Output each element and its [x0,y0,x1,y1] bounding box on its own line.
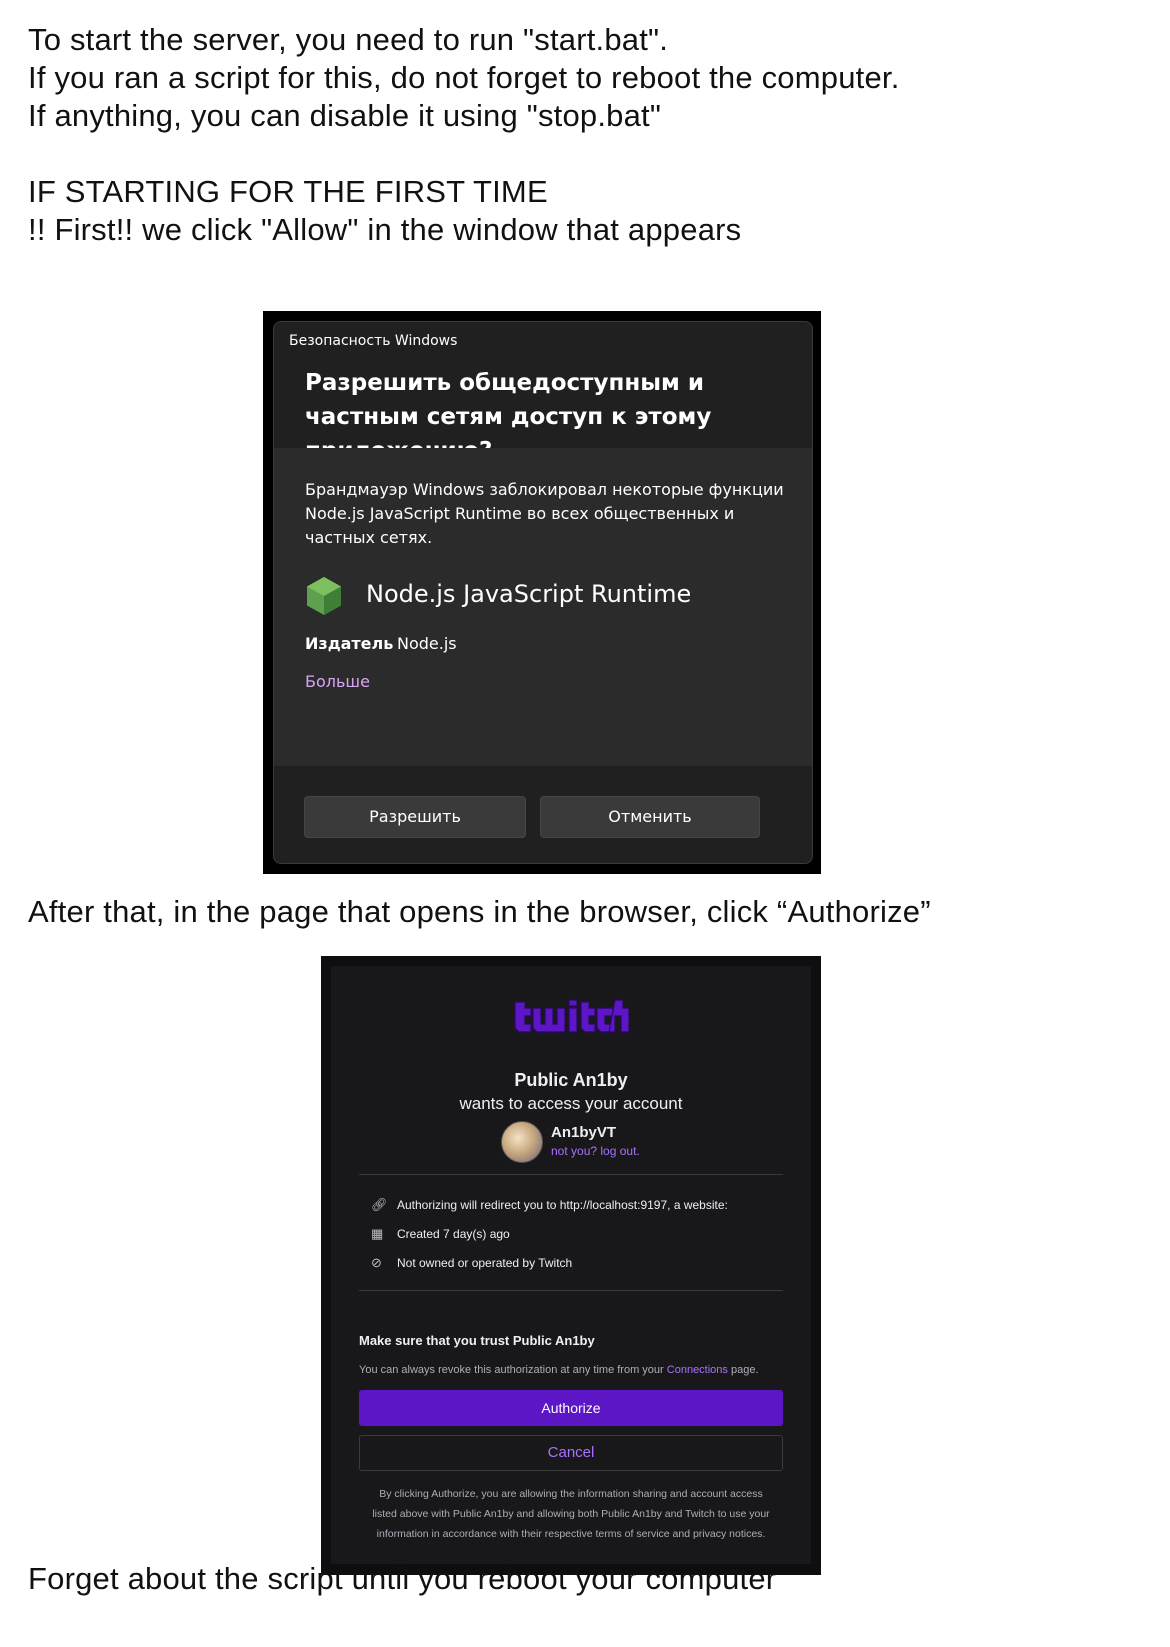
redirect-info-row: 🔗︎ Authorizing will redirect you to http:… [371,1197,728,1213]
more-link[interactable]: Больше [305,670,370,694]
created-info-row: ▦ Created 7 day(s) ago [371,1226,510,1242]
trust-heading: Make sure that you trust Public An1by [359,1333,595,1348]
windows-security-screenshot: Безопасность Windows Разрешить общедосту… [263,311,821,874]
dialog-body: Брандмауэр Windows заблокировал некоторы… [274,448,812,766]
connections-link[interactable]: Connections [667,1364,728,1376]
not-allowed-icon: ⊘ [371,1255,382,1270]
legal-notice: By clicking Authorize, you are allowing … [359,1484,783,1544]
divider [359,1290,783,1291]
instruction-line-reboot: If you ran a script for this, do not for… [28,60,900,95]
logout-link[interactable]: not you? log out. [551,1144,640,1158]
instruction-line-authorize: After that, in the page that opens in th… [28,894,931,929]
twitch-authorize-screenshot: Public An1by wants to access your accoun… [321,956,821,1575]
allow-button[interactable]: Разрешить [304,796,526,838]
legal-line: By clicking Authorize, you are allowing … [379,1488,763,1500]
twitch-authorize-panel: Public An1by wants to access your accoun… [331,966,811,1564]
instruction-heading-first-time: IF STARTING FOR THE FIRST TIME [28,174,548,209]
link-icon: 🔗︎ [371,1197,388,1212]
instruction-line-start: To start the server, you need to run "st… [28,22,669,57]
username: An1byVT [551,1124,617,1141]
calendar-icon: ▦ [371,1226,384,1241]
instruction-line-stop: If anything, you can disable it using "s… [28,98,662,133]
windows-security-dialog: Безопасность Windows Разрешить общедосту… [273,321,813,864]
revoke-text: You can always revoke this authorization… [359,1364,664,1376]
redirect-info-text: Authorizing will redirect you to http://… [397,1198,728,1212]
twitch-logo [514,999,630,1033]
app-name: Public An1by [514,1070,628,1090]
access-subtitle: wants to access your account [459,1094,683,1113]
avatar [501,1121,543,1163]
divider [359,1174,783,1175]
dialog-description: Брандмауэр Windows заблокировал некоторы… [305,480,784,547]
legal-line: listed above with Public An1by and allow… [372,1508,770,1520]
instruction-line-allow: !! First!! we click "Allow" in the windo… [28,212,742,247]
created-info-text: Created 7 day(s) ago [397,1227,510,1241]
cancel-button[interactable]: Cancel [359,1435,783,1471]
authorize-button[interactable]: Authorize [359,1390,783,1426]
ownership-info-text: Not owned or operated by Twitch [397,1256,573,1270]
revoke-text-end: page. [730,1364,759,1376]
instruction-line-forget: Forget about the script until you reboot… [28,1561,777,1596]
cancel-button[interactable]: Отменить [540,796,760,838]
publisher-label: Издатель [305,634,394,653]
app-name: Node.js JavaScript Runtime [366,580,692,608]
nodejs-hexagon-icon [307,577,341,615]
revoke-note: You can always revoke this authorization… [359,1364,759,1376]
ownership-info-row: ⊘ Not owned or operated by Twitch [371,1255,572,1271]
legal-line: information in accordance with their res… [376,1528,766,1540]
dialog-caption: Безопасность Windows [289,333,458,349]
publisher-value: Node.js [397,634,457,653]
